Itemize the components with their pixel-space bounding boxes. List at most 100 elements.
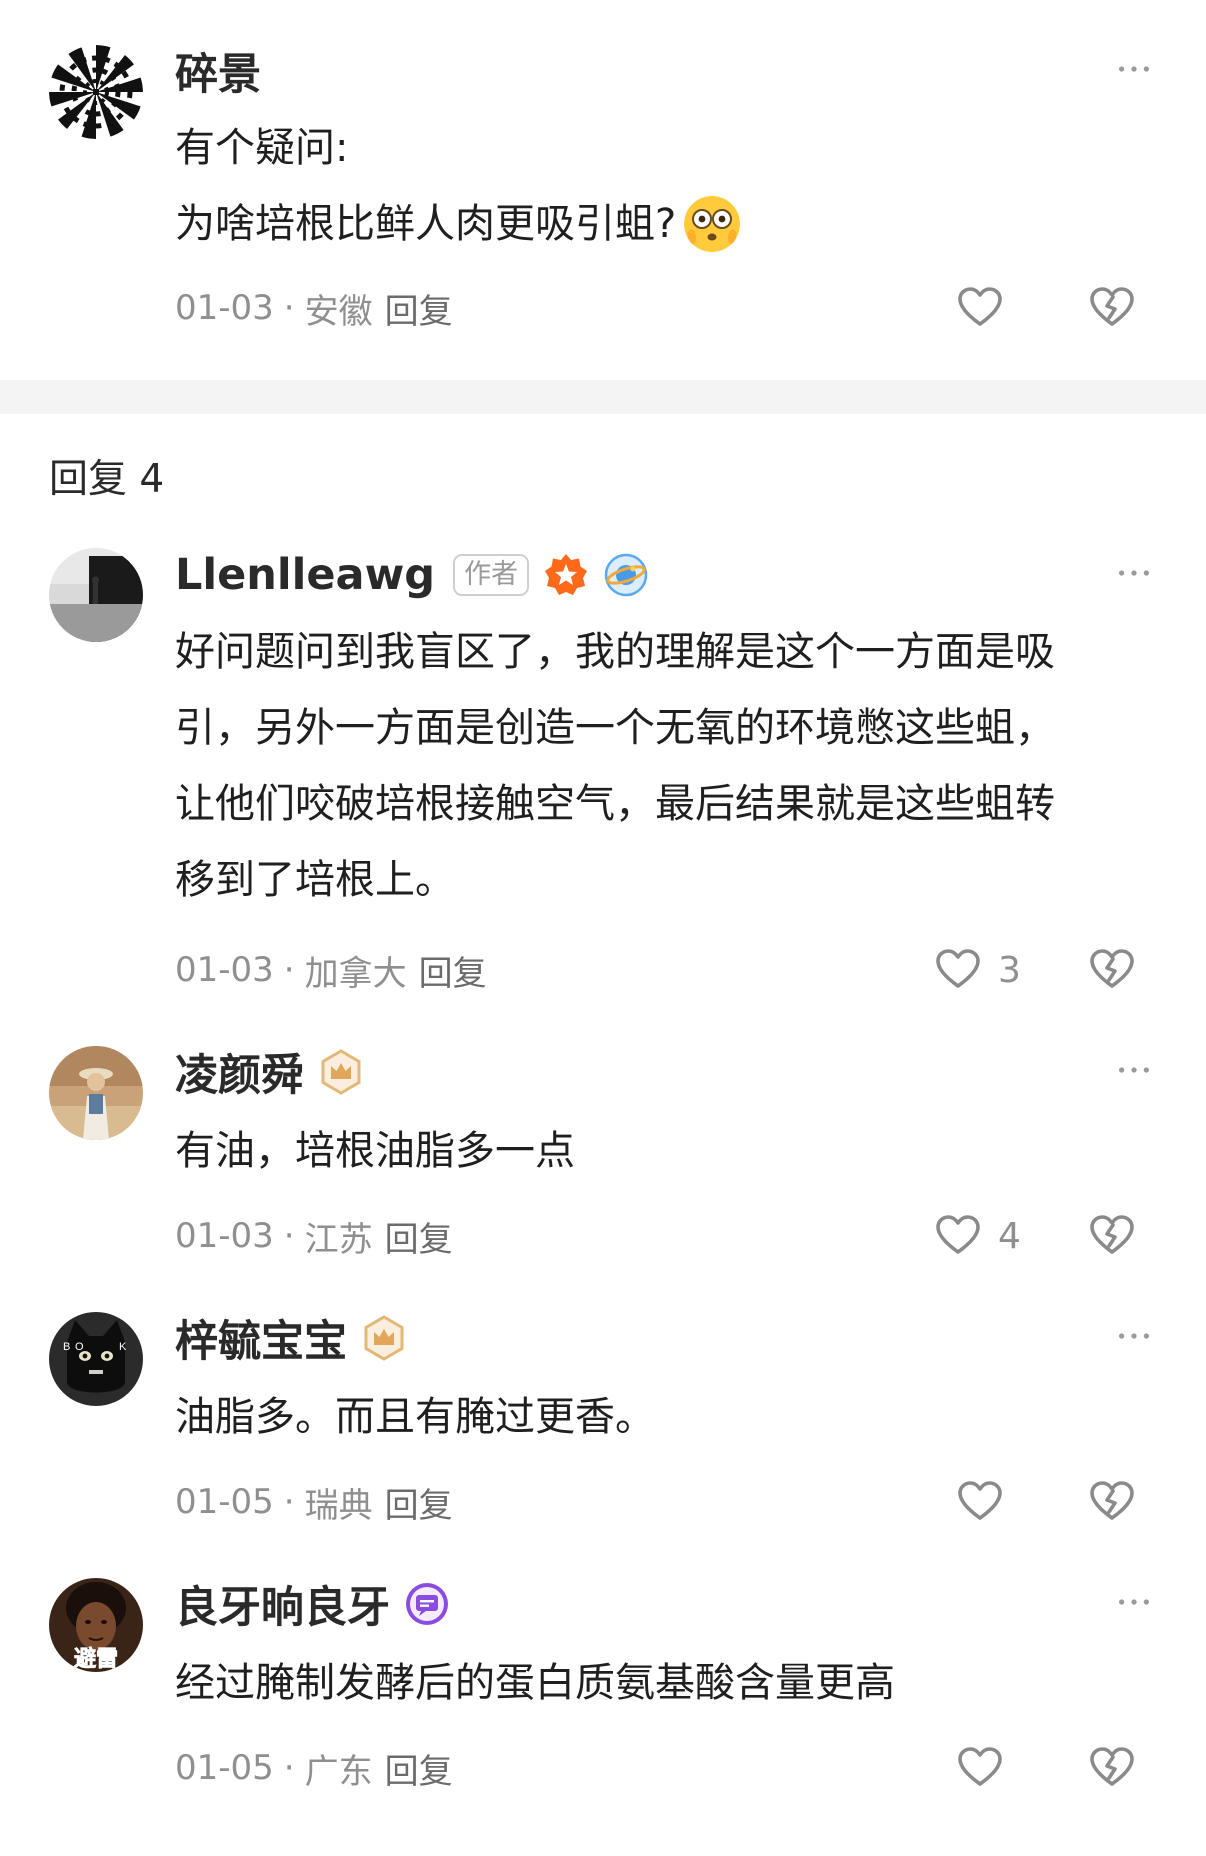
reply-header: Llenlleawg 作者 [175, 544, 649, 606]
avatar-llenlleawg[interactable] [49, 548, 143, 642]
comment-meta: 01-03 · 安徽 回复 [175, 278, 453, 338]
dislike-button[interactable] [1086, 278, 1138, 338]
author-tag: 作者 [453, 554, 530, 596]
reply-text: 经过腌制发酵后的蛋白质氨基酸含量更高 [175, 1645, 1160, 1721]
dislike-button[interactable] [1086, 1738, 1138, 1798]
username[interactable]: 碎景 [175, 40, 261, 102]
more-dots-icon [1117, 1597, 1151, 1607]
reply-meta: 01-03 · 加拿大 回复 [175, 940, 487, 1000]
reply-line: 移到了培根上。 [175, 857, 455, 903]
reply-date: 01-05 [175, 1482, 274, 1522]
comment-header: 碎景 [175, 40, 261, 102]
reply-line: 让他们咬破培根接触空气，最后结果就是这些蛆转 [175, 781, 1055, 827]
replies-header-label: 回复 [49, 457, 128, 502]
grayscale-photo-avatar-image [49, 548, 143, 642]
svg-text:B: B [63, 1341, 70, 1353]
orange-star-badge-icon [545, 554, 588, 595]
reply-text: 油脂多。而且有腌过更香。 [175, 1379, 1160, 1455]
reply-date: 01-03 [175, 950, 274, 990]
heart-icon [956, 284, 1004, 332]
comment-text: 有个疑问: 为啥培根比鲜人肉更吸引蛆? [175, 110, 1160, 262]
more-dots-icon [1117, 568, 1151, 578]
more-options-button[interactable] [1112, 551, 1156, 595]
like-count: 3 [998, 949, 1021, 991]
comment-date: 01-03 [175, 288, 274, 328]
dislike-button[interactable] [1086, 940, 1138, 1000]
svg-text:K: K [119, 1341, 127, 1353]
heart-icon [934, 1212, 982, 1260]
reply-date: 01-03 [175, 1216, 274, 1256]
avatar-suijing[interactable] [49, 45, 143, 139]
avatar-ziyubaobao[interactable]: B O K [49, 1312, 143, 1406]
avatar-lingyanshun[interactable] [49, 1046, 143, 1140]
username[interactable]: 凌颜舜 [175, 1041, 304, 1103]
broken-heart-icon [1088, 284, 1136, 332]
black-cat-avatar-image: B O K [49, 1312, 143, 1406]
comment-line-with-emoji: 为啥培根比鲜人肉更吸引蛆? [175, 186, 1160, 262]
username[interactable]: 良牙晌良牙 [175, 1573, 390, 1635]
more-options-button[interactable] [1112, 1314, 1156, 1358]
reply-meta: 01-05 · 广东 回复 [175, 1738, 453, 1798]
reply-location: 广东 [304, 1751, 373, 1792]
reply-date: 01-05 [175, 1748, 274, 1788]
broken-heart-icon [1088, 1744, 1136, 1792]
reply-line: 经过腌制发酵后的蛋白质氨基酸含量更高 [175, 1660, 895, 1706]
heart-icon [934, 946, 982, 994]
reply-location: 江苏 [304, 1219, 373, 1260]
like-button[interactable] [956, 1738, 1004, 1798]
username[interactable]: 梓毓宝宝 [175, 1307, 347, 1369]
more-options-button[interactable] [1112, 1580, 1156, 1624]
reply-line: 油脂多。而且有腌过更香。 [175, 1394, 655, 1440]
reply-text: 有油，培根油脂多一点 [175, 1113, 1160, 1189]
crown-badge-icon [361, 1315, 407, 1361]
replies-count: 4 [139, 457, 165, 502]
reply-button[interactable]: 回复 [385, 284, 453, 333]
broken-heart-icon [1088, 946, 1136, 994]
svg-text:O: O [75, 1341, 84, 1353]
reply-button[interactable]: 回复 [385, 1478, 453, 1527]
like-button[interactable]: 3 [934, 940, 1021, 1000]
comment-line: 有个疑问: [175, 125, 349, 171]
chat-badge-icon [406, 1583, 448, 1625]
reply-header: 凌颜舜 [175, 1041, 364, 1103]
meta-separator: · [283, 1748, 295, 1788]
more-dots-icon [1117, 64, 1151, 74]
avatar-caption: 避雷 [74, 1646, 118, 1672]
reply-button[interactable]: 回复 [419, 946, 487, 995]
heart-icon [956, 1744, 1004, 1792]
flushed-face-emoji-icon [684, 196, 741, 252]
portrait-avatar-image: 避雷 [49, 1578, 143, 1672]
username[interactable]: Llenlleawg [175, 550, 435, 600]
more-options-button[interactable] [1112, 1048, 1156, 1092]
dislike-button[interactable] [1086, 1472, 1138, 1532]
like-button[interactable]: 4 [934, 1206, 1021, 1266]
reply-location: 加拿大 [304, 953, 407, 994]
more-dots-icon [1117, 1065, 1151, 1075]
reply-line: 有油，培根油脂多一点 [175, 1128, 575, 1174]
planet-badge-icon [604, 553, 648, 597]
reply-meta: 01-03 · 江苏 回复 [175, 1206, 453, 1266]
optical-illusion-avatar-image [49, 45, 143, 139]
like-button[interactable] [956, 1472, 1004, 1532]
meta-separator: · [283, 288, 295, 328]
dislike-button[interactable] [1086, 1206, 1138, 1266]
like-count: 4 [998, 1215, 1021, 1257]
reply-line: 好问题问到我盲区了，我的理解是这个一方面是吸 [175, 629, 1055, 675]
more-options-button[interactable] [1112, 47, 1156, 91]
meta-separator: · [283, 950, 295, 990]
comment-line: 为啥培根比鲜人肉更吸引蛆? [175, 201, 677, 247]
like-button[interactable] [956, 278, 1004, 338]
reply-meta: 01-05 · 瑞典 回复 [175, 1472, 453, 1532]
avatar-liangyaxiangliangya[interactable]: 避雷 [49, 1578, 143, 1672]
section-divider [0, 380, 1206, 414]
reply-header: 梓毓宝宝 [175, 1307, 407, 1369]
heart-icon [956, 1478, 1004, 1526]
broken-heart-icon [1088, 1212, 1136, 1260]
outdoor-photo-avatar-image [49, 1046, 143, 1140]
reply-header: 良牙晌良牙 [175, 1573, 450, 1635]
meta-separator: · [283, 1482, 295, 1522]
reply-line: 引，另外一方面是创造一个无氧的环境憋这些蛆， [175, 705, 1055, 751]
reply-button[interactable]: 回复 [385, 1212, 453, 1261]
reply-text: 好问题问到我盲区了，我的理解是这个一方面是吸 引，另外一方面是创造一个无氧的环境… [175, 614, 1160, 918]
reply-button[interactable]: 回复 [385, 1744, 453, 1793]
